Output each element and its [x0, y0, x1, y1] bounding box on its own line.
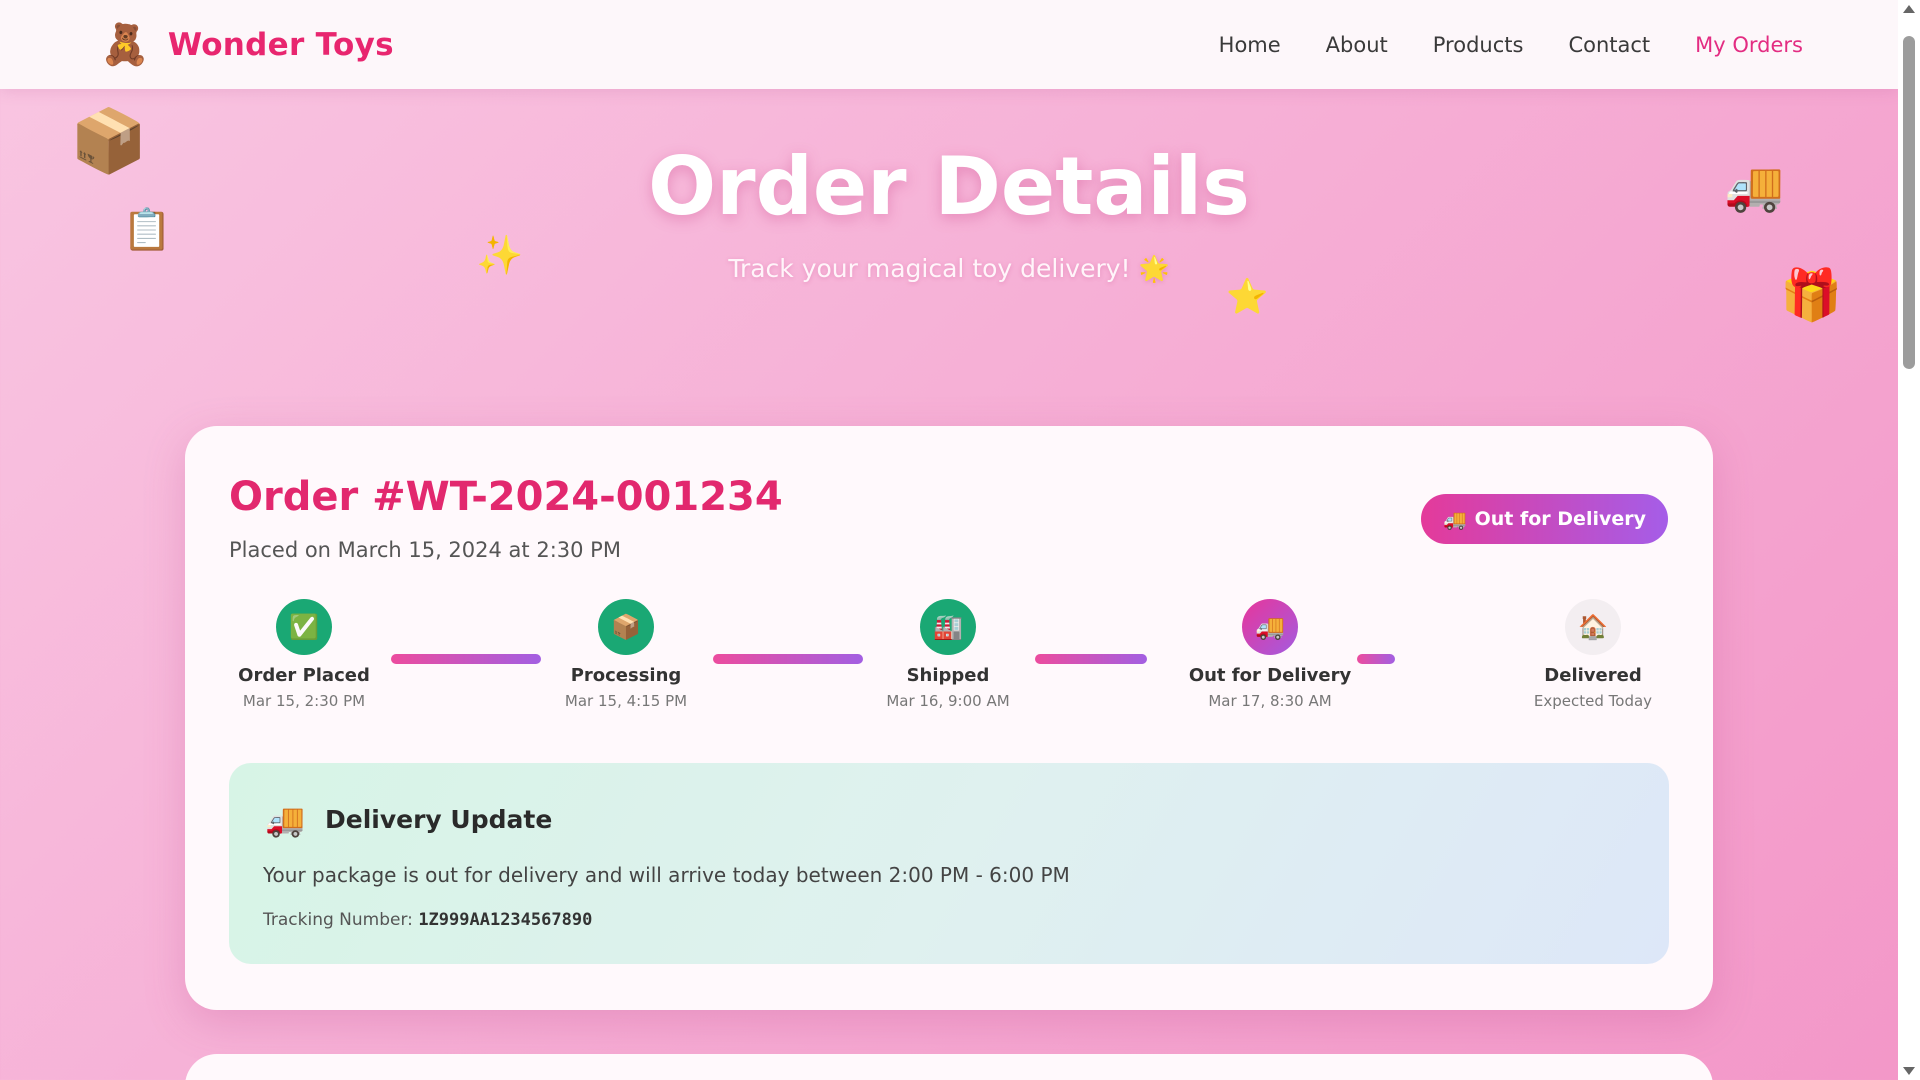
delivery-update-title: Delivery Update [325, 805, 553, 834]
delivery-truck-icon: 🚚 [265, 801, 305, 839]
step-date: Mar 17, 8:30 AM [1208, 692, 1332, 710]
tracking-label: Tracking Number: [263, 910, 413, 930]
step-name: Processing [570, 665, 682, 686]
order-placed-date: Placed on March 15, 2024 at 2:30 PM [229, 538, 621, 562]
nav-link-products[interactable]: Products [1433, 33, 1524, 57]
order-status-label: Out for Delivery [1474, 508, 1646, 530]
order-number: Order #WT-2024-001234 [229, 474, 783, 520]
delivery-truck-icon: 🚚 [1242, 599, 1298, 655]
step-date: Expected Today [1533, 692, 1653, 710]
delivery-update-text: Your package is out for delivery and wil… [263, 863, 1070, 887]
scrollbar-thumb[interactable] [1903, 36, 1915, 369]
page-subtitle: Track your magical toy delivery! 🌟 [728, 254, 1170, 283]
timeline-connector [391, 654, 541, 664]
step-name: Delivered [1544, 665, 1642, 686]
package-icon: 📦 [598, 599, 654, 655]
nav-links: Home About Products Contact My Orders [1219, 33, 1803, 57]
star-icon: ⭐ [1226, 277, 1269, 317]
brand-logo[interactable]: 🧸 Wonder Toys [100, 25, 394, 65]
tracking-number[interactable]: 1Z999AA1234567890 [418, 910, 592, 930]
clipboard-icon: 📋 [122, 207, 172, 253]
scrollbar[interactable] [1898, 0, 1920, 1080]
next-card [185, 1054, 1713, 1080]
timeline-step-shipped: 🏭 Shipped Mar 16, 9:00 AM [848, 599, 1048, 710]
sparkles-icon: ✨ [476, 233, 524, 277]
package-icon: 📦 [70, 104, 148, 177]
house-icon: 🏠 [1565, 599, 1621, 655]
delivery-truck-icon: 🚚 [1724, 159, 1784, 215]
step-name: Shipped [906, 665, 990, 686]
nav-link-about[interactable]: About [1326, 33, 1388, 57]
delivery-update-panel: 🚚 Delivery Update Your package is out fo… [229, 763, 1669, 964]
timeline-connector [713, 654, 863, 664]
step-name: Order Placed [238, 665, 370, 686]
brand-name: Wonder Toys [167, 26, 394, 63]
step-name: Out for Delivery [1188, 665, 1352, 686]
teddy-bear-icon: 🧸 [100, 21, 150, 68]
checkmark-icon: ✅ [276, 599, 332, 655]
timeline-step-order-placed: ✅ Order Placed Mar 15, 2:30 PM [204, 599, 404, 710]
timeline-step-processing: 📦 Processing Mar 15, 4:15 PM [526, 599, 726, 710]
step-date: Mar 15, 4:15 PM [564, 692, 688, 710]
step-date: Mar 15, 2:30 PM [242, 692, 366, 710]
nav-link-contact[interactable]: Contact [1568, 33, 1650, 57]
gift-icon: 🎁 [1780, 266, 1843, 324]
step-date: Mar 16, 9:00 AM [886, 692, 1010, 710]
tracking-info: Tracking Number: 1Z999AA1234567890 [263, 910, 592, 930]
nav-link-home[interactable]: Home [1219, 33, 1281, 57]
order-status-badge: 🚚 Out for Delivery [1420, 494, 1668, 544]
scroll-up-arrow-icon[interactable] [1903, 5, 1915, 13]
delivery-truck-icon: 🚚 [1442, 508, 1467, 531]
scroll-down-arrow-icon[interactable] [1903, 1067, 1915, 1075]
factory-icon: 🏭 [920, 599, 976, 655]
order-card: Order #WT-2024-001234 Placed on March 15… [185, 426, 1713, 1010]
timeline-step-out-for-delivery: 🚚 Out for Delivery Mar 17, 8:30 AM [1170, 599, 1370, 710]
navbar: 🧸 Wonder Toys Home About Products Contac… [0, 0, 1898, 89]
timeline-connector [1035, 654, 1147, 664]
timeline-step-delivered: 🏠 Delivered Expected Today [1493, 599, 1693, 710]
nav-link-my-orders[interactable]: My Orders [1695, 33, 1803, 57]
page-title: Order Details [648, 140, 1250, 233]
